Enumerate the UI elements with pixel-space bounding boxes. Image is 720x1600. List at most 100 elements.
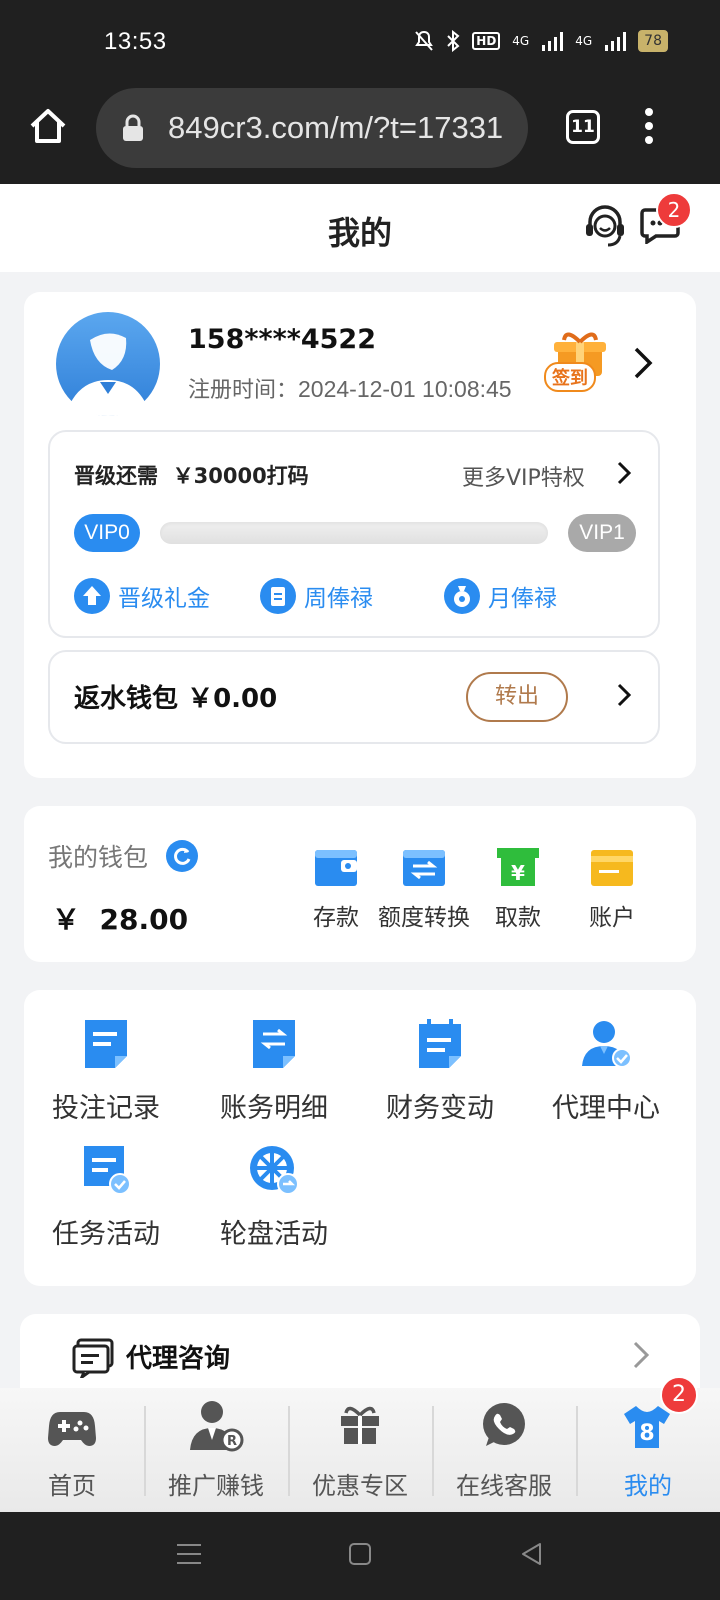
rebate-wallet-text: 返水钱包 ￥0.00 — [74, 678, 277, 715]
perk-monthly-salary[interactable]: 月俸禄 — [444, 578, 557, 614]
account-button[interactable]: 账户 — [562, 846, 662, 932]
status-time: 13:53 — [104, 28, 167, 55]
rebate-value: ￥0.00 — [187, 684, 278, 714]
svg-text:R: R — [227, 1434, 237, 1449]
menu-label: 轮盘活动 — [220, 1219, 328, 1250]
vip-need-label: 晋级还需 — [74, 464, 158, 488]
withdraw-button[interactable]: ¥ 取款 — [468, 846, 568, 932]
deposit-wallet-icon — [315, 850, 357, 886]
wallet-currency: ￥ — [52, 903, 81, 936]
profile-chevron-icon[interactable] — [632, 346, 654, 380]
task-activity-item[interactable]: 任务活动 — [36, 1144, 176, 1251]
register-time: 注册时间：2024-12-01 10:08:45 — [188, 372, 512, 404]
mute-icon — [415, 30, 434, 51]
vip-next-badge: VIP1 — [568, 514, 636, 552]
gift-box-icon — [341, 1406, 379, 1444]
username: 158****4522 — [188, 324, 376, 355]
menu-label: 投注记录 — [52, 1093, 160, 1124]
perk-label: 周俸禄 — [304, 586, 373, 612]
home-square-icon[interactable] — [348, 1542, 372, 1566]
back-icon[interactable] — [520, 1542, 544, 1566]
system-nav-bar — [0, 1512, 720, 1600]
card-icon — [591, 850, 633, 886]
register-time-value: 2024-12-01 10:08:45 — [298, 376, 512, 402]
menu-label: 账务明细 — [220, 1093, 328, 1124]
vip-current-badge: VIP0 — [74, 514, 140, 552]
message-badge: 2 — [656, 192, 692, 228]
tab-promotions[interactable]: 优惠专区 — [288, 1388, 432, 1512]
wallet-title: 我的钱包 — [48, 843, 149, 872]
signin-label: 签到 — [544, 362, 596, 392]
bet-records-item[interactable]: 投注记录 — [36, 1018, 176, 1125]
finance-changes-icon — [419, 1019, 461, 1068]
wallet-action-label: 额度转换 — [378, 905, 470, 931]
perk-label: 月俸禄 — [488, 586, 557, 612]
agent-center-icon — [582, 1021, 632, 1068]
status-bar: 13:53 HD 4G 4G 78 — [0, 0, 720, 88]
signal-2-label: 4G — [575, 34, 593, 48]
wallet-action-label: 取款 — [495, 905, 541, 931]
home-icon[interactable] — [28, 106, 68, 146]
svg-text:¥: ¥ — [511, 861, 525, 885]
menu-icon[interactable] — [176, 1542, 202, 1566]
url-text: 849cr3.com/m/?t=17331 — [168, 110, 504, 145]
menu-label: 代理中心 — [552, 1093, 660, 1124]
more-vip-link[interactable]: 更多VIP特权 — [462, 460, 585, 492]
avatar[interactable] — [56, 312, 160, 416]
url-bar[interactable]: 849cr3.com/m/?t=17331 — [96, 88, 528, 168]
status-icons: HD 4G 4G 78 — [414, 30, 668, 52]
tab-online-service[interactable]: 在线客服 — [432, 1388, 576, 1512]
signin-button[interactable]: 签到 — [544, 332, 610, 392]
profile-card: 158****4522 注册时间：2024-12-01 10:08:45 签到 … — [24, 292, 696, 778]
tab-label: 我的 — [624, 1472, 672, 1500]
account-details-item[interactable]: 账务明细 — [204, 1018, 344, 1125]
menu-label: 任务活动 — [52, 1219, 160, 1250]
perk-label: 晋级礼金 — [118, 586, 210, 612]
account-details-icon — [253, 1020, 295, 1068]
vip-progress-track — [160, 522, 548, 544]
gamepad-icon — [48, 1412, 96, 1446]
rebate-chevron-icon[interactable] — [616, 682, 632, 708]
function-menu-card: 投注记录 账务明细 财务变动 代理中心 任务活动 轮盘活动 — [24, 990, 696, 1286]
money-bag-icon — [444, 578, 480, 614]
hd-icon: HD — [472, 32, 501, 50]
lock-icon — [123, 114, 143, 141]
transfer-icon — [403, 850, 445, 886]
svg-text:8: 8 — [639, 1421, 654, 1446]
wallet-action-label: 账户 — [589, 905, 635, 931]
more-menu-icon[interactable] — [642, 106, 656, 146]
perk-weekly-salary[interactable]: 周俸禄 — [260, 578, 373, 614]
page-header: 我的 2 — [0, 184, 720, 272]
withdraw-rebate-button[interactable]: 转出 — [466, 672, 568, 722]
tab-label: 推广赚钱 — [168, 1472, 264, 1500]
perk-upgrade-bonus[interactable]: 晋级礼金 — [74, 578, 210, 614]
withdraw-icon: ¥ — [497, 848, 539, 886]
deposit-button[interactable]: 存款 — [286, 846, 386, 932]
phone-chat-icon — [483, 1403, 525, 1446]
agent-person-icon: R — [190, 1401, 244, 1452]
tab-home[interactable]: 首页 — [0, 1388, 144, 1512]
vip-need-text: 晋级还需 ￥30000打码 — [74, 460, 309, 490]
wheel-activity-item[interactable]: 轮盘活动 — [204, 1144, 344, 1251]
consult-chevron-icon — [633, 1341, 650, 1369]
transfer-button[interactable]: 额度转换 — [374, 846, 474, 932]
signal-1-icon — [542, 32, 564, 51]
wallet-balance-value: 28.00 — [99, 903, 189, 936]
tab-promote[interactable]: R 推广赚钱 — [144, 1388, 288, 1512]
bet-records-icon — [85, 1020, 127, 1068]
signal-1-label: 4G — [512, 34, 530, 48]
rebate-wallet-panel[interactable]: 返水钱包 ￥0.00 转出 — [48, 650, 660, 744]
roulette-wheel-icon — [250, 1146, 299, 1195]
upgrade-arrow-icon — [74, 578, 110, 614]
finance-changes-item[interactable]: 财务变动 — [370, 1018, 510, 1125]
agent-center-item[interactable]: 代理中心 — [536, 1018, 676, 1125]
tab-switcher-button[interactable]: 11 — [566, 110, 600, 144]
consult-chat-icon — [72, 1338, 114, 1378]
vip-chevron-icon[interactable] — [616, 460, 632, 486]
refresh-icon[interactable] — [166, 840, 198, 872]
tab-label: 在线客服 — [456, 1472, 552, 1500]
customer-service-icon[interactable] — [584, 204, 626, 248]
tab-mine[interactable]: 8 我的 2 — [576, 1376, 720, 1512]
vip-panel: 晋级还需 ￥30000打码 更多VIP特权 VIP0 VIP1 晋级礼金 周俸禄… — [48, 430, 660, 638]
rebate-label: 返水钱包 — [74, 684, 179, 714]
